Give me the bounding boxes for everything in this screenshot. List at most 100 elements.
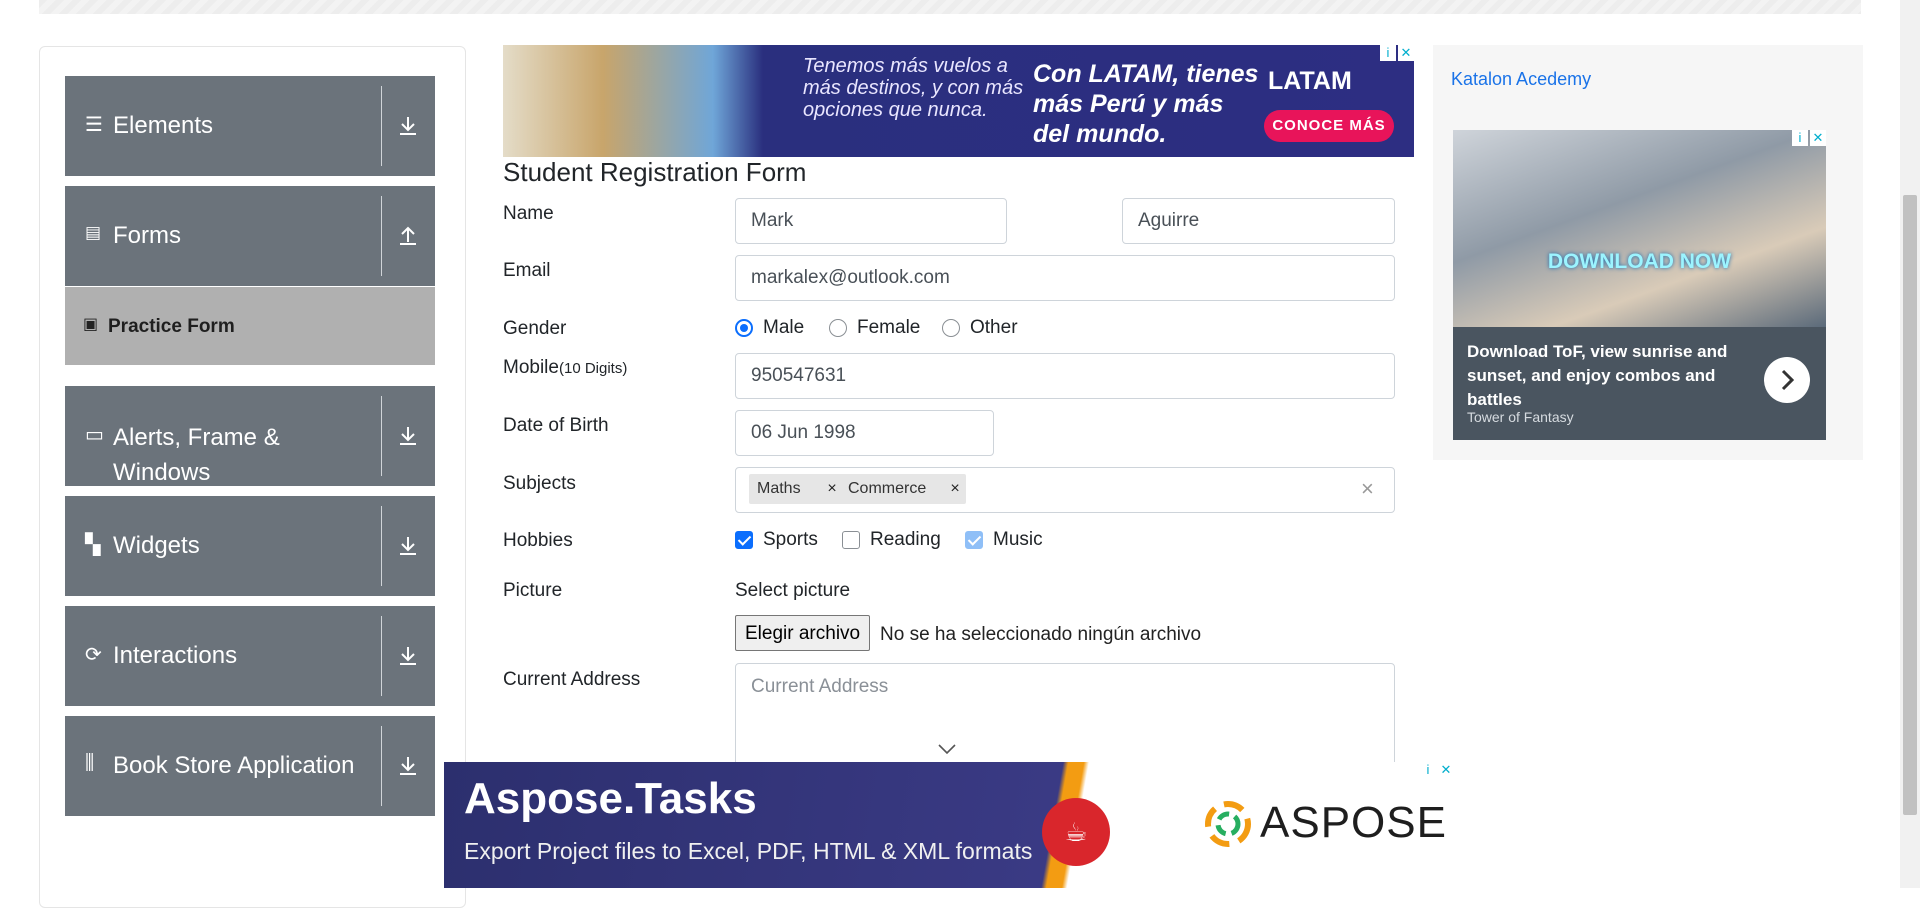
sidebar-group-alerts[interactable]: ▭ Alerts, Frame & Windows xyxy=(65,386,435,486)
sidebar-group-book-store[interactable]: ⫼ Book Store Application xyxy=(65,716,435,816)
sidebar-group-forms[interactable]: ▤ Forms xyxy=(65,186,435,286)
divider xyxy=(381,506,382,586)
sidebar-group-label: Book Store Application xyxy=(113,752,355,779)
books-icon: ⫼ xyxy=(85,752,95,774)
download-icon[interactable] xyxy=(395,423,421,449)
divider xyxy=(381,726,382,806)
picture-label: Picture xyxy=(503,580,563,601)
gender-label: Gender xyxy=(503,318,567,339)
hobby-checkbox-sports[interactable]: Sports xyxy=(735,529,818,551)
ad-info-icon[interactable]: i xyxy=(1420,762,1436,778)
gender-radio-female[interactable]: Female xyxy=(829,317,920,339)
katalon-broken-image-link[interactable]: Katalon Acedemy xyxy=(1451,69,1591,90)
divider xyxy=(381,396,382,476)
gender-radio-male[interactable]: Male xyxy=(735,317,804,339)
hamburger-icon: ☰ xyxy=(85,114,103,136)
checkbox[interactable] xyxy=(842,531,860,549)
chip-label: Commerce xyxy=(848,480,927,497)
subject-chip: Commerce × xyxy=(840,474,966,504)
remove-chip-icon[interactable]: × xyxy=(944,474,966,504)
subject-chip: Maths × xyxy=(749,474,843,504)
ad-tagline: Tenemos más vuelos a más destinos, y con… xyxy=(803,55,1024,121)
ad-close-icon[interactable]: ✕ xyxy=(1398,45,1414,61)
mobile-input[interactable]: 950547631 xyxy=(735,353,1395,399)
checkbox-label: Sports xyxy=(763,529,818,550)
download-icon[interactable] xyxy=(395,113,421,139)
chevron-down-icon xyxy=(938,744,956,755)
clear-subjects-icon[interactable]: × xyxy=(1361,476,1374,502)
subjects-label: Subjects xyxy=(503,473,576,494)
hobby-checkbox-reading[interactable]: Reading xyxy=(842,529,941,551)
ad-controls: i ✕ xyxy=(1420,762,1454,778)
widgets-icon: ▚ xyxy=(85,534,101,556)
ad-info-icon[interactable]: i xyxy=(1792,130,1808,146)
radio-button[interactable] xyxy=(942,319,960,337)
checkbox-label: Music xyxy=(993,529,1043,550)
hobbies-label: Hobbies xyxy=(503,530,573,551)
aspose-ad-banner[interactable]: Aspose.Tasks Export Project files to Exc… xyxy=(444,762,1454,888)
date-of-birth-input[interactable]: 06 Jun 1998 xyxy=(735,410,994,456)
document-icon: ▤ xyxy=(85,223,102,242)
sidebar-group-label: Interactions xyxy=(113,642,238,669)
name-label: Name xyxy=(503,203,554,224)
sidebar-group-label: Forms xyxy=(113,222,181,249)
download-icon[interactable] xyxy=(395,643,421,669)
page-scrollbar[interactable] xyxy=(1900,0,1920,888)
mobile-label-text: Mobile xyxy=(503,357,559,378)
right-ad-panel: Katalon Acedemy DOWNLOAD NOW i ✕ Downloa… xyxy=(1433,45,1863,460)
first-name-input[interactable]: Mark xyxy=(735,198,1007,244)
ad-subline: Export Project files to Excel, PDF, HTML… xyxy=(464,838,1033,864)
ad-caption-box[interactable]: Download ToF, view sunrise and sunset, a… xyxy=(1453,327,1826,440)
html5-icon: ▣ xyxy=(83,316,99,333)
file-status: No se ha seleccionado ningún archivo xyxy=(880,624,1202,645)
page-title: Student Registration Form xyxy=(503,157,807,187)
ad-source: Tower of Fantasy xyxy=(1467,409,1574,425)
choose-file-button[interactable]: Elegir archivo xyxy=(735,615,871,651)
gender-radio-other[interactable]: Other xyxy=(942,317,1018,339)
refresh-icon: ⟳ xyxy=(85,644,102,666)
last-name-input[interactable]: Aguirre xyxy=(1122,198,1395,244)
radio-label: Female xyxy=(857,317,921,338)
email-label: Email xyxy=(503,260,551,281)
checkbox[interactable] xyxy=(735,531,753,549)
download-icon[interactable] xyxy=(395,753,421,779)
upload-icon[interactable] xyxy=(395,223,421,249)
checkbox[interactable] xyxy=(965,531,983,549)
download-icon[interactable] xyxy=(395,533,421,559)
radio-button[interactable] xyxy=(735,319,753,337)
email-input[interactable]: markalex@outlook.com xyxy=(735,255,1395,301)
ad-close-icon[interactable]: ✕ xyxy=(1810,130,1826,146)
java-icon: ☕ xyxy=(1042,798,1110,866)
ad-info-icon[interactable]: i xyxy=(1380,45,1396,61)
window-icon: ▭ xyxy=(85,424,104,446)
sidebar-group-interactions[interactable]: ⟳ Interactions xyxy=(65,606,435,706)
ad-close-icon[interactable]: ✕ xyxy=(1438,762,1454,778)
ad-brand: ASPOSE xyxy=(1260,798,1447,847)
sidebar-item-label: Practice Form xyxy=(108,316,235,337)
ad-headline: Aspose.Tasks xyxy=(464,774,757,823)
latam-ad-banner[interactable]: Tenemos más vuelos a más destinos, y con… xyxy=(503,45,1414,157)
ad-headline: Con LATAM, tienes más Perú y más del mun… xyxy=(1033,60,1259,148)
top-banner-strip xyxy=(39,0,1861,14)
mobile-hint: (10 Digits) xyxy=(558,360,628,377)
address-label: Current Address xyxy=(503,669,641,690)
ad-controls: i ✕ xyxy=(1380,45,1414,61)
ad-controls: i ✕ xyxy=(1792,130,1826,146)
radio-button[interactable] xyxy=(829,319,847,337)
tower-of-fantasy-ad-image[interactable]: DOWNLOAD NOW i ✕ xyxy=(1453,130,1826,327)
sidebar-group-label: Alerts, Frame & Windows xyxy=(113,424,280,486)
current-address-textarea[interactable]: Current Address xyxy=(735,663,1395,773)
sidebar-group-label: Elements xyxy=(113,112,214,139)
dob-label: Date of Birth xyxy=(503,415,609,436)
hobby-checkbox-music[interactable]: Music xyxy=(965,529,1043,551)
radio-label: Male xyxy=(763,317,805,338)
ad-caption-text: Download ToF, view sunrise and sunset, a… xyxy=(1467,342,1728,409)
ad-cta-button[interactable]: CONOCE MÁS xyxy=(1264,110,1394,142)
sidebar-item-practice-form[interactable]: ▣ Practice Form xyxy=(65,287,435,365)
mobile-label: Mobile(10 Digits) xyxy=(503,357,627,379)
aspose-logo-icon xyxy=(1205,801,1251,847)
scrollbar-thumb[interactable] xyxy=(1903,195,1917,815)
sidebar-group-elements[interactable]: ☰ Elements xyxy=(65,76,435,176)
chevron-right-icon[interactable] xyxy=(1764,357,1810,403)
sidebar-group-widgets[interactable]: ▚ Widgets xyxy=(65,496,435,596)
